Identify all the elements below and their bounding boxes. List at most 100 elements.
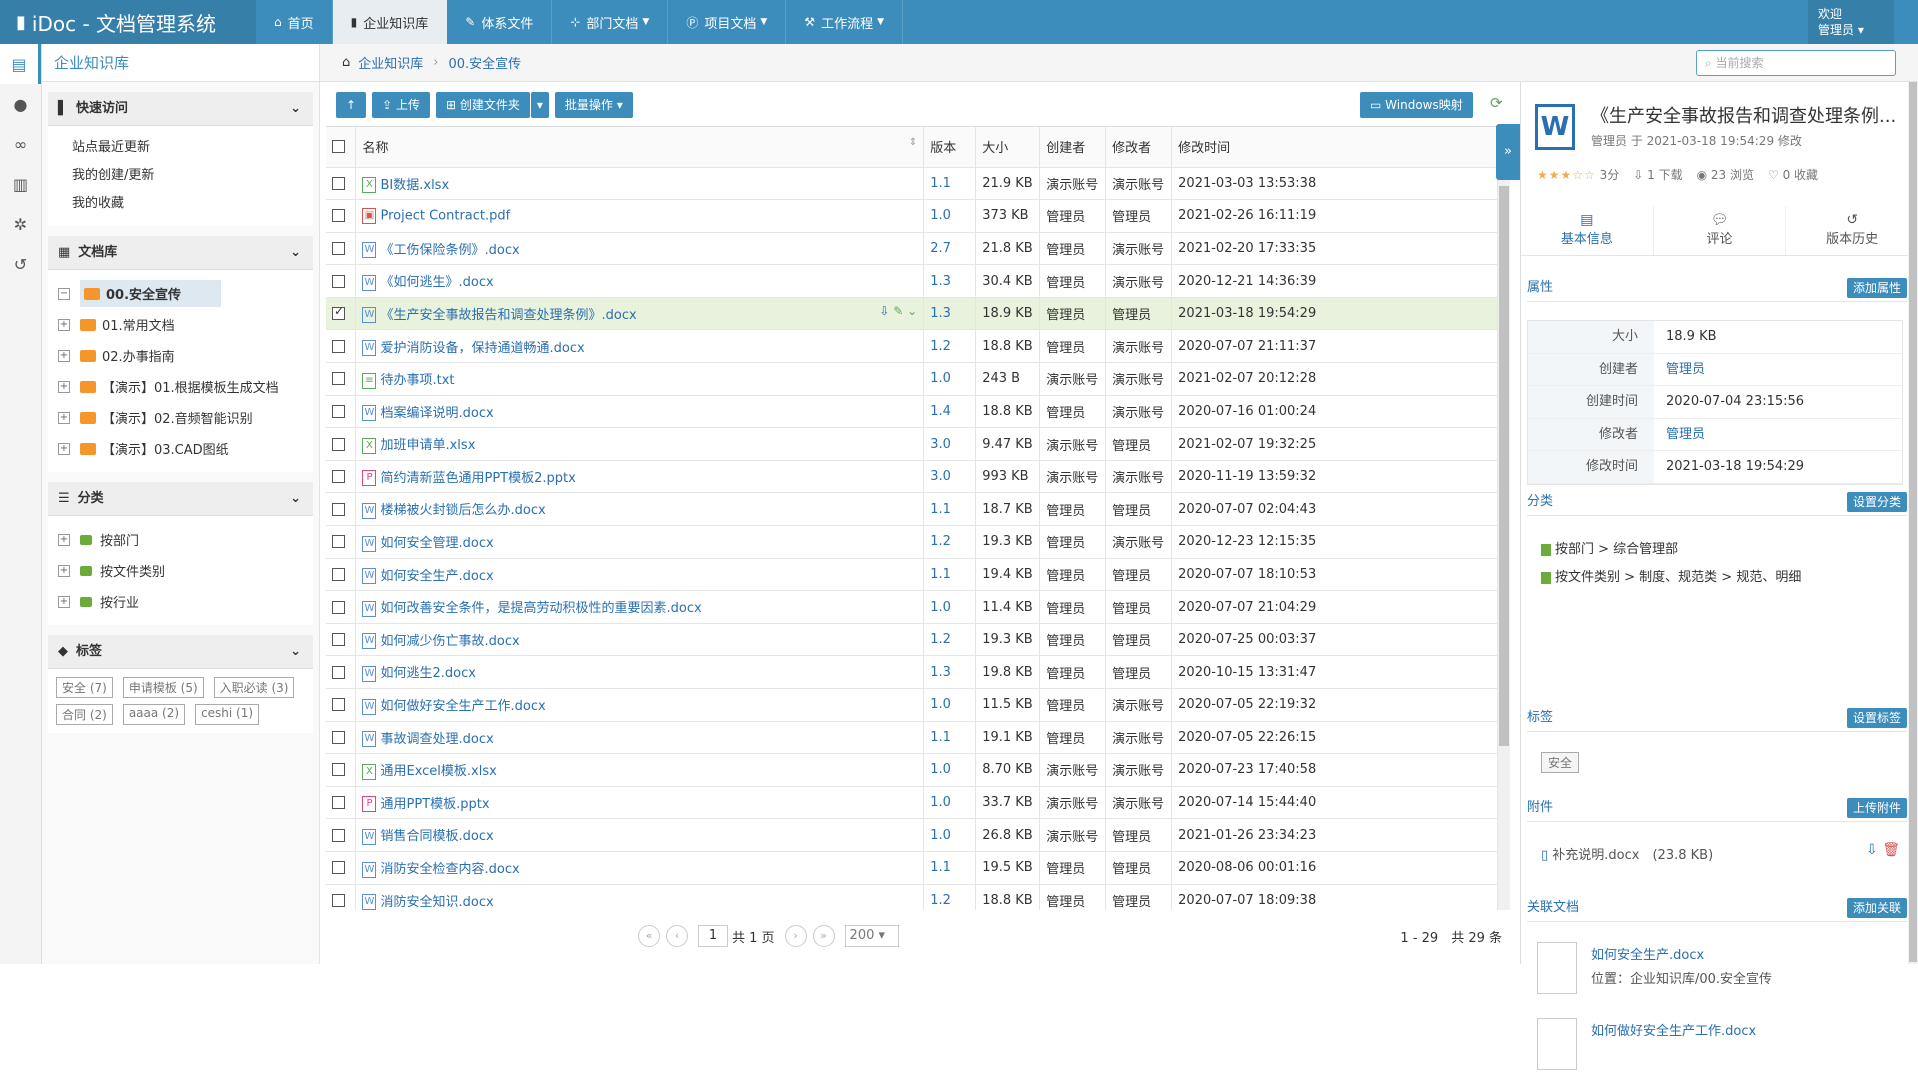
knowledge-book-icon[interactable]: ▤ (0, 44, 41, 84)
history-icon[interactable]: ↺ (0, 244, 41, 284)
expand-icon[interactable]: + (58, 380, 70, 393)
tag-chip[interactable]: aaaa (2) (122, 704, 186, 725)
file-name-cell[interactable]: W 如何做好安全生产工作.docx (355, 688, 925, 722)
property-value-link[interactable]: 管理员 (1654, 354, 1705, 386)
first-page-icon[interactable]: « (638, 925, 660, 947)
row-checkbox[interactable] (326, 786, 357, 820)
tab-basic-info[interactable]: ▤ 基本信息 (1521, 206, 1654, 255)
file-name-cell[interactable]: W 爱护消防设备，保持通道畅通.docx (355, 329, 925, 364)
version-cell[interactable]: 1.3 (923, 264, 977, 298)
file-name-link[interactable]: 《如何逃生》.docx (380, 275, 493, 290)
row-checkbox[interactable] (326, 655, 357, 689)
version-cell[interactable]: 1.0 (923, 818, 977, 852)
table-row[interactable]: W 楼梯被火封锁后怎么办.docx 1.1 18.7 KB 管理员 管理员 2020-07-… (326, 492, 1498, 527)
file-name-cell[interactable]: X 加班申请单.xlsx (355, 427, 925, 461)
nav-item[interactable]: ⌂ 首页 (256, 0, 333, 44)
favorites-count[interactable]: ♡ 0 收藏 (1768, 166, 1818, 183)
expand-icon[interactable]: + (58, 442, 70, 455)
download-icon[interactable]: ⇩ (879, 304, 889, 318)
file-name-link[interactable]: 《工伤保险条例》.docx (380, 243, 519, 258)
version-cell[interactable]: 1.4 (923, 395, 977, 429)
table-row[interactable]: ≡ 待办事项.txt 1.0 243 B 演示账号 演示账号 2021-02-07 20:1… (326, 362, 1498, 396)
file-name-cell[interactable]: W 销售合同模板.docx (355, 818, 925, 852)
prev-page-icon[interactable]: ‹ (666, 925, 688, 947)
col-size[interactable]: 大小 (975, 127, 1041, 168)
file-name-cell[interactable]: W 档案编译说明.docx (355, 395, 925, 429)
upload-attachment-button[interactable]: 上传附件 (1846, 798, 1907, 818)
version-cell[interactable]: 1.0 (923, 362, 977, 396)
file-name-link[interactable]: Project Contract.pdf (380, 208, 510, 223)
file-name-cell[interactable]: W 《如何逃生》.docx (355, 264, 925, 298)
tab-comments[interactable]: 💬︎ 评论 (1654, 206, 1787, 255)
file-name-cell[interactable]: ≡ 待办事项.txt (355, 362, 925, 396)
upload-button[interactable]: ⇪ 上传 (372, 92, 430, 118)
tree-item[interactable]: + 【演示】01.根据模板生成文档 (48, 371, 313, 402)
delete-icon[interactable]: 🗑︎ (1882, 842, 1900, 858)
nav-item[interactable]: ▮ 企业知识库 (332, 0, 448, 44)
chart-icon[interactable]: ▥ (0, 164, 41, 204)
property-value-link[interactable]: 管理员 (1654, 419, 1705, 451)
table-row[interactable]: W 销售合同模板.docx 1.0 26.8 KB 演示账号 管理员 2021-01-26 … (326, 818, 1498, 852)
col-modified-time[interactable]: 修改时间 (1171, 127, 1498, 168)
version-cell[interactable]: 1.2 (923, 623, 977, 657)
file-name-link[interactable]: 《生产安全事故报告和调查处理条例》.docx (380, 308, 636, 323)
collapse-icon[interactable]: − (58, 287, 70, 300)
table-row[interactable]: W 《如何逃生》.docx 1.3 30.4 KB 管理员 演示账号 2020-12-21 … (326, 264, 1498, 298)
version-cell[interactable]: 3.0 (923, 460, 977, 494)
home-icon[interactable]: ⌂ (342, 55, 350, 70)
batch-operations-button[interactable]: 批量操作 ▾ (554, 92, 633, 118)
table-row[interactable]: W 如何改善安全条件，是提高劳动积极性的重要因素.docx 1.0 11.4 KB 管理… (326, 590, 1498, 624)
row-checkbox[interactable] (326, 590, 357, 624)
version-cell[interactable]: 1.3 (923, 297, 977, 331)
categories-header[interactable]: ☰ 分类 ⌄ (48, 482, 313, 516)
nav-item[interactable]: ✎ 体系文件 (447, 0, 553, 44)
table-scrollbar[interactable] (1498, 126, 1510, 910)
tag-chip[interactable]: ceshi (1) (195, 704, 260, 725)
row-checkbox[interactable] (326, 167, 357, 201)
tree-item-selected[interactable]: − 00.安全宣传 (48, 278, 313, 309)
version-cell[interactable]: 1.0 (923, 590, 977, 624)
file-name-link[interactable]: 待办事项.txt (380, 373, 454, 388)
page-input[interactable]: 1 (698, 925, 728, 947)
add-related-button[interactable]: 添加关联 (1846, 898, 1907, 918)
version-cell[interactable]: 2.7 (923, 232, 977, 266)
table-row[interactable]: W 爱护消防设备，保持通道畅通.docx 1.2 18.8 KB 管理员 演示账号 2020… (326, 329, 1498, 364)
col-creator[interactable]: 创建者 (1039, 127, 1107, 168)
select-all-checkbox[interactable] (326, 127, 357, 168)
file-name-link[interactable]: 事故调查处理.docx (380, 732, 493, 747)
version-cell[interactable]: 1.2 (923, 329, 977, 364)
breadcrumb-root[interactable]: 企业知识库 (358, 53, 423, 72)
version-cell[interactable]: 1.1 (923, 492, 977, 527)
tree-item[interactable]: + 【演示】03.CAD图纸 (48, 433, 313, 464)
set-category-button[interactable]: 设置分类 (1846, 492, 1907, 512)
version-cell[interactable]: 1.1 (923, 851, 977, 885)
up-level-button[interactable]: ↑ (336, 92, 367, 118)
table-row[interactable]: W 档案编译说明.docx 1.4 18.8 KB 管理员 演示账号 2020-07-16 … (326, 395, 1498, 429)
file-name-cell[interactable]: W 如何改善安全条件，是提高劳动积极性的重要因素.docx (355, 590, 925, 624)
file-name-cell[interactable]: W 消防安全知识.docx (355, 884, 925, 910)
version-cell[interactable]: 1.3 (923, 655, 977, 689)
col-version[interactable]: 版本 (923, 127, 977, 168)
row-checkbox[interactable] (326, 884, 357, 910)
more-icon[interactable]: ⌄ (907, 304, 917, 318)
expand-icon[interactable]: + (58, 595, 70, 608)
windows-map-button[interactable]: ▭ Windows映射 (1360, 92, 1473, 118)
breadcrumb-current[interactable]: 00.安全宣传 (448, 53, 521, 72)
table-row[interactable]: P 简约清新蓝色通用PPT模板2.pptx 3.0 993 KB 演示账号 演示账号 202… (326, 460, 1498, 494)
file-name-link[interactable]: 加班申请单.xlsx (380, 438, 475, 453)
category-item[interactable]: + 按行业 (48, 586, 313, 617)
col-modifier[interactable]: 修改者 (1105, 127, 1173, 168)
link-icon[interactable]: ∞ (0, 124, 41, 164)
col-name[interactable]: 名称 ⇕ (355, 127, 925, 168)
tags-header[interactable]: ◆ 标签 ⌄ (48, 635, 313, 669)
tag-chip[interactable]: 合同 (2) (56, 704, 113, 725)
quick-access-item[interactable]: 我的创建/更新 (48, 162, 313, 190)
file-name-link[interactable]: 如何逃生2.docx (380, 666, 475, 681)
download-icon[interactable]: ⇩ (1866, 842, 1878, 858)
file-name-link[interactable]: 如何安全管理.docx (380, 536, 493, 551)
nav-item[interactable]: ⊹ 部门文档 ▼ (552, 0, 669, 44)
row-checkbox[interactable] (326, 623, 357, 657)
table-row[interactable]: X 加班申请单.xlsx 3.0 9.47 KB 演示账号 管理员 2021-02-07 1… (326, 427, 1498, 461)
table-row[interactable]: W 消防安全知识.docx 1.2 18.8 KB 管理员 管理员 2020-07-07 1… (326, 884, 1498, 910)
version-cell[interactable]: 1.1 (923, 167, 977, 201)
